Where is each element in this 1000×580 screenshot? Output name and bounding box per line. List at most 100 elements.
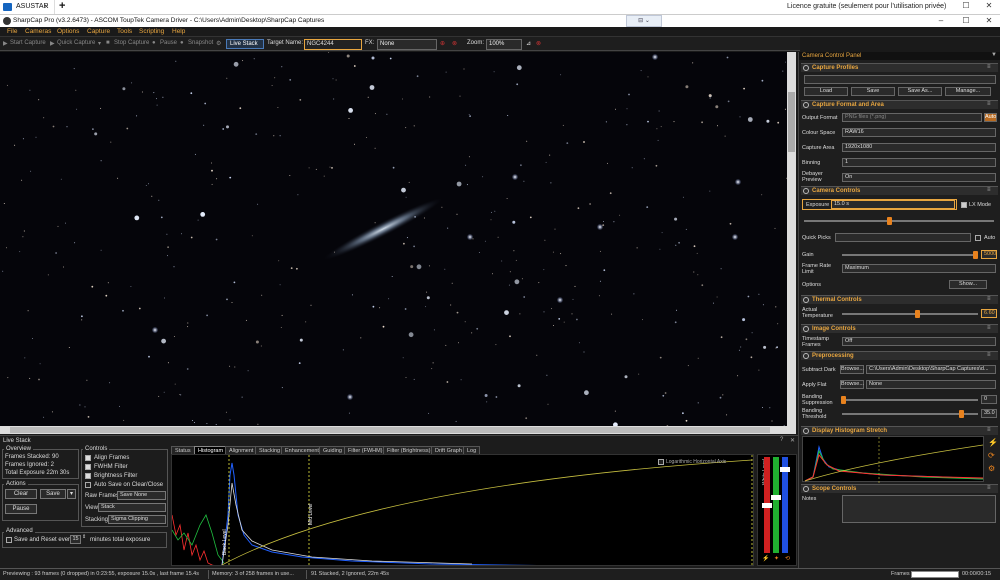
- pause-button[interactable]: Pause: [160, 40, 177, 46]
- gain-input[interactable]: 5000: [981, 250, 997, 259]
- gain-slider[interactable]: [842, 254, 978, 256]
- minutes-input[interactable]: 15: [70, 535, 81, 544]
- collapse-toggle-icon[interactable]: [803, 65, 809, 71]
- profile-select[interactable]: [804, 75, 996, 84]
- remote-session-tab[interactable]: ASUSTAR ×: [0, 0, 55, 14]
- pin-icon[interactable]: ▼: [991, 52, 997, 58]
- live-stack-histogram[interactable]: Black Level Mid Level Logarithmic Horizo…: [171, 454, 754, 566]
- menu-capture[interactable]: Capture: [87, 28, 110, 35]
- pause-stack-button[interactable]: Pause: [5, 504, 37, 514]
- banding-suppression-knob[interactable]: [841, 396, 846, 404]
- section-menu-icon[interactable]: ≡: [987, 64, 991, 70]
- view-select[interactable]: Stack: [98, 503, 166, 512]
- zoom-select[interactable]: 100%: [486, 38, 522, 50]
- white-level-panel[interactable]: White Level ⚡ ✦ ⟲: [757, 454, 797, 566]
- new-tab-icon[interactable]: +: [59, 0, 65, 12]
- start-capture-button[interactable]: Start Capture: [10, 40, 46, 46]
- gear-icon[interactable]: ⚙: [216, 40, 221, 47]
- browse-dark-button[interactable]: Browse...: [840, 365, 864, 374]
- horizontal-scroll-thumb[interactable]: [10, 427, 770, 433]
- section-menu-icon[interactable]: ≡: [987, 296, 991, 302]
- save-stack-button[interactable]: Save: [40, 489, 66, 499]
- timestamp-select[interactable]: Off: [842, 337, 996, 346]
- section-histogram-stretch[interactable]: Display Histogram Stretch ≡: [801, 426, 998, 435]
- menu-options[interactable]: Options: [57, 28, 79, 35]
- auto-exposure-checkbox[interactable]: [975, 235, 981, 241]
- lx-mode-checkbox[interactable]: [961, 202, 967, 208]
- flat-frame-select[interactable]: None: [866, 380, 996, 389]
- section-menu-icon[interactable]: ≡: [987, 485, 991, 491]
- banding-suppression-input[interactable]: 0: [981, 395, 997, 404]
- section-menu-icon[interactable]: ≡: [987, 187, 991, 193]
- menu-cameras[interactable]: Cameras: [25, 28, 51, 35]
- minutes-stepper-icon[interactable]: ⇕: [82, 534, 86, 540]
- collapse-toggle-icon[interactable]: [803, 326, 809, 332]
- stretch-undo-icon[interactable]: ⟲: [785, 555, 790, 562]
- menu-scripting[interactable]: Scripting: [139, 28, 164, 35]
- exposure-input[interactable]: 15.0 s: [831, 200, 955, 209]
- manage-profiles-button[interactable]: Manage...: [945, 87, 991, 96]
- auto-format-button[interactable]: Auto: [984, 113, 997, 122]
- banding-threshold-slider[interactable]: [842, 413, 978, 415]
- menu-file[interactable]: File: [7, 28, 17, 35]
- window-minimize-icon[interactable]: –: [932, 16, 950, 25]
- snapshot-button[interactable]: Snapshot: [188, 40, 213, 46]
- panel-close-icon[interactable]: ✕: [790, 437, 795, 444]
- stretch-target-icon[interactable]: ✦: [774, 555, 779, 562]
- save-options-dropdown[interactable]: ▾: [67, 489, 76, 499]
- zoom-fit-icon[interactable]: ⊿: [526, 40, 531, 47]
- collapse-toggle-icon[interactable]: [803, 486, 809, 492]
- section-camera-controls[interactable]: Camera Controls ≡: [801, 186, 998, 195]
- stretch-settings-icon[interactable]: ⚙: [988, 464, 995, 473]
- stretch-reset-icon[interactable]: ⟳: [988, 451, 995, 460]
- menu-tools[interactable]: Tools: [117, 28, 132, 35]
- banding-threshold-input[interactable]: 35.0: [981, 409, 997, 418]
- save-reset-checkbox[interactable]: [6, 537, 12, 543]
- section-thermal-controls[interactable]: Thermal Controls ≡: [801, 295, 998, 304]
- save-profile-button[interactable]: Save: [851, 87, 895, 96]
- green-handle[interactable]: [771, 495, 781, 500]
- blue-handle[interactable]: [780, 467, 790, 472]
- red-handle[interactable]: [762, 503, 772, 508]
- help-icon[interactable]: ?: [780, 437, 783, 443]
- notes-textarea[interactable]: [842, 495, 996, 523]
- window-restore-icon[interactable]: ☐: [957, 16, 975, 25]
- banding-suppression-slider[interactable]: [842, 399, 978, 401]
- quick-picks-select[interactable]: [835, 233, 971, 242]
- clear-stack-button[interactable]: Clear: [5, 489, 37, 499]
- fx-target-icon[interactable]: ⊕: [440, 40, 445, 47]
- colour-space-select[interactable]: RAW16: [842, 128, 996, 137]
- minimize-icon[interactable]: –: [932, 1, 950, 10]
- section-menu-icon[interactable]: ≡: [987, 427, 991, 433]
- binning-select[interactable]: 1: [842, 158, 996, 167]
- raw-frames-select[interactable]: Save None: [117, 491, 166, 500]
- output-format-select[interactable]: PNG files (*.png): [842, 113, 982, 122]
- quick-capture-button[interactable]: Quick Capture: [57, 40, 95, 46]
- section-preprocessing[interactable]: Preprocessing ≡: [801, 351, 998, 360]
- exposure-slider[interactable]: [804, 220, 994, 222]
- stretch-link-icon[interactable]: ⚡: [762, 555, 769, 562]
- stretch-auto-icon[interactable]: ⚡: [988, 438, 998, 447]
- fx-clear-icon[interactable]: ⊗: [452, 40, 457, 47]
- target-name-input[interactable]: NGC4244: [304, 38, 362, 50]
- autosave-checkbox[interactable]: [85, 482, 91, 488]
- stop-capture-button[interactable]: Stop Capture: [114, 40, 149, 46]
- window-close-icon[interactable]: ✕: [980, 16, 998, 25]
- stacking-select[interactable]: Sigma Clipping: [108, 515, 166, 524]
- dark-frame-select[interactable]: C:\Users\Admin\Desktop\SharpCap Captures…: [866, 365, 996, 374]
- save-as-profile-button[interactable]: Save As...: [898, 87, 942, 96]
- section-menu-icon[interactable]: ≡: [987, 325, 991, 331]
- brightness-filter-checkbox[interactable]: [85, 473, 91, 479]
- vertical-scrollbar[interactable]: [787, 52, 796, 426]
- display-histogram[interactable]: [802, 436, 984, 483]
- close-icon[interactable]: ✕: [980, 1, 998, 10]
- fwhm-filter-checkbox[interactable]: [85, 464, 91, 470]
- capture-area-select[interactable]: 1920x1080: [842, 143, 996, 152]
- menu-help[interactable]: Help: [172, 28, 185, 35]
- debayer-select[interactable]: On: [842, 173, 996, 182]
- gain-slider-knob[interactable]: [973, 251, 979, 259]
- vertical-scroll-thumb[interactable]: [788, 92, 795, 152]
- collapse-toggle-icon[interactable]: [803, 102, 809, 108]
- align-frames-checkbox[interactable]: [85, 455, 91, 461]
- image-viewport[interactable]: [0, 52, 787, 426]
